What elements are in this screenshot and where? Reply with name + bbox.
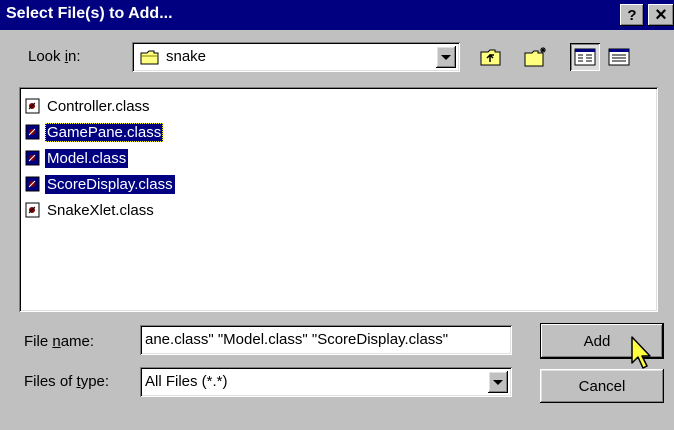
class-file-icon — [25, 150, 40, 166]
files-of-type-dropdown-button[interactable] — [488, 371, 508, 393]
look-in-dropdown[interactable]: snake — [132, 42, 460, 72]
file-name-value: ane.class" "Model.class" "ScoreDisplay.c… — [145, 331, 449, 348]
details-view-button[interactable] — [604, 43, 634, 71]
create-new-folder-button[interactable] — [521, 43, 551, 71]
details-view-icon — [608, 48, 630, 66]
up-one-level-button[interactable] — [476, 43, 506, 71]
file-name-label: File name: — [24, 333, 95, 350]
file-item-snakexlet[interactable]: SnakeXlet.class — [25, 199, 156, 221]
look-in-label: Look in: — [28, 48, 81, 65]
file-list[interactable]: Controller.class GamePane.class Model.cl… — [19, 87, 658, 312]
help-icon: ? — [627, 6, 637, 24]
close-button[interactable]: × — [648, 4, 674, 26]
file-item-gamepane[interactable]: GamePane.class — [25, 121, 164, 143]
up-folder-icon — [480, 49, 501, 66]
folder-icon — [140, 50, 159, 65]
file-item-model[interactable]: Model.class — [25, 147, 129, 169]
class-file-icon — [25, 202, 40, 218]
list-view-button[interactable] — [570, 43, 600, 71]
files-of-type-dropdown[interactable]: All Files (*.*) — [140, 367, 512, 397]
files-of-type-label: Files of type: — [24, 373, 110, 390]
files-of-type-value: All Files (*.*) — [145, 373, 228, 390]
mouse-cursor-icon — [631, 336, 651, 369]
chevron-down-icon — [493, 379, 503, 385]
list-view-icon — [574, 48, 596, 66]
file-name-input[interactable]: ane.class" "Model.class" "ScoreDisplay.c… — [140, 325, 512, 355]
help-button[interactable]: ? — [620, 4, 644, 26]
look-in-value: snake — [166, 48, 207, 65]
close-icon: × — [655, 4, 667, 26]
dialog-title: Select File(s) to Add... — [6, 5, 173, 22]
file-item-controller[interactable]: Controller.class — [25, 95, 152, 117]
title-bar[interactable]: Select File(s) to Add... ? × — [0, 0, 674, 30]
look-in-dropdown-button[interactable] — [436, 46, 456, 68]
file-item-scoredisplay[interactable]: ScoreDisplay.class — [25, 173, 175, 195]
new-folder-icon — [524, 47, 546, 67]
chevron-down-icon — [441, 54, 451, 60]
class-file-icon — [25, 98, 40, 114]
cancel-button[interactable]: Cancel — [540, 369, 664, 403]
class-file-icon — [25, 176, 40, 192]
class-file-icon — [25, 124, 40, 140]
